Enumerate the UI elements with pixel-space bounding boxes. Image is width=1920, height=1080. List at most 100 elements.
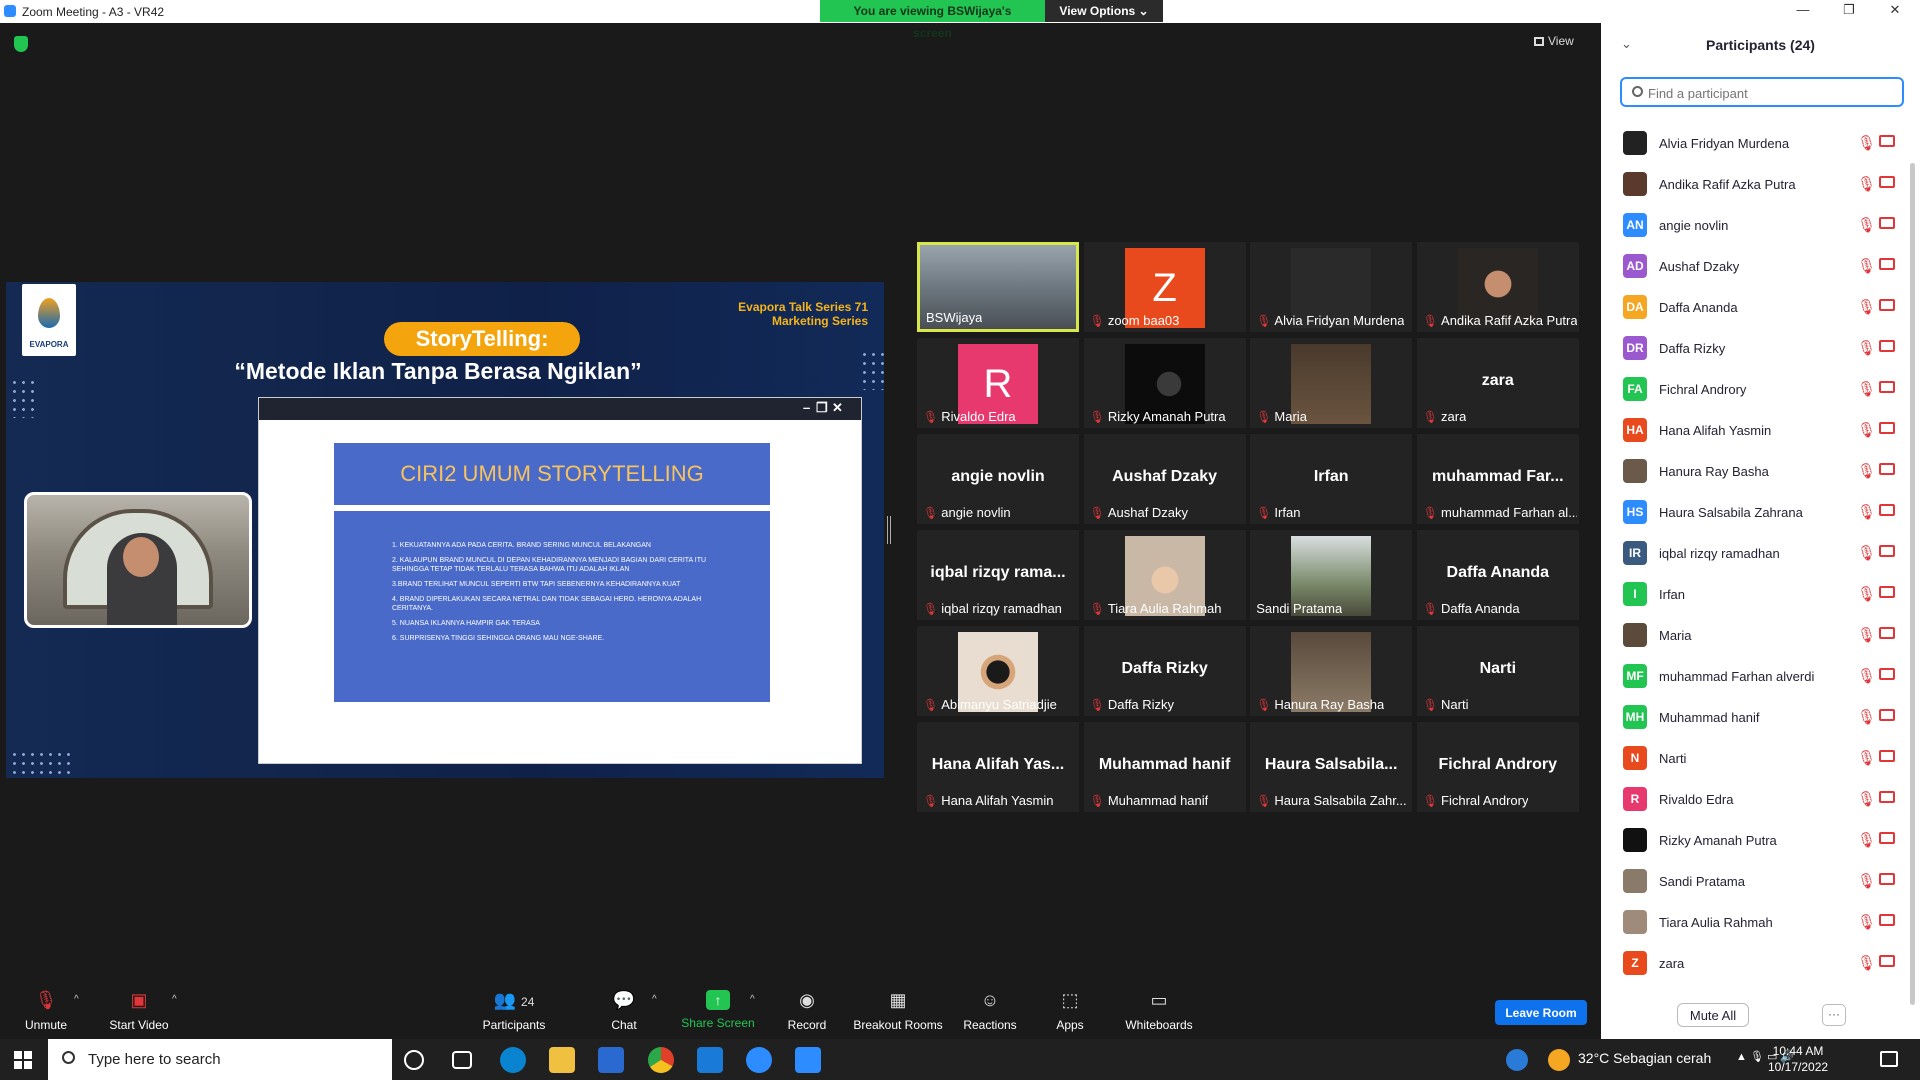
- participant-row[interactable]: Maria 🎙: [1601, 615, 1901, 656]
- video-tile[interactable]: 🎙 Abimanyu Satriadjie: [917, 626, 1079, 716]
- participant-row[interactable]: MF muhammad Farhan alverdi 🎙: [1601, 656, 1901, 697]
- participant-row[interactable]: Tiara Aulia Rahmah 🎙: [1601, 902, 1901, 943]
- participants-button[interactable]: 👥 24 Participants: [478, 990, 550, 1032]
- video-tile[interactable]: Daffa Rizky 🎙 Daffa Rizky: [1083, 626, 1246, 716]
- participant-list-scrollbar[interactable]: [1910, 163, 1915, 1005]
- video-tile[interactable]: Hana Alifah Yas... 🎙 Hana Alifah Yasmin: [917, 722, 1079, 812]
- video-tile[interactable]: Irfan 🎙 Irfan: [1250, 434, 1413, 524]
- mute-all-button[interactable]: Mute All: [1677, 1003, 1749, 1027]
- teamviewer-icon[interactable]: [746, 1047, 772, 1073]
- close-button[interactable]: ✕: [1880, 2, 1910, 20]
- tile-name-label: 🎙 zoom baa03: [1090, 313, 1180, 328]
- participant-row[interactable]: N Narti 🎙: [1601, 738, 1901, 779]
- video-off-icon: [1879, 709, 1895, 721]
- file-explorer-icon[interactable]: [549, 1047, 575, 1073]
- tile-name-text: Haura Salsabila Zahr...: [1274, 793, 1407, 808]
- taskbar-search[interactable]: Type here to search: [48, 1039, 392, 1080]
- presenter-video: [24, 492, 252, 628]
- participant-row[interactable]: Rizky Amanah Putra 🎙: [1601, 820, 1901, 861]
- participant-row[interactable]: R Rivaldo Edra 🎙: [1601, 779, 1901, 820]
- minimize-button[interactable]: —: [1788, 2, 1818, 20]
- windows-start-icon[interactable]: [14, 1051, 32, 1069]
- leave-room-button[interactable]: Leave Room: [1495, 1000, 1587, 1025]
- restore-button[interactable]: ❐: [1834, 2, 1864, 20]
- participant-search[interactable]: [1620, 77, 1904, 107]
- tile-display-name: Irfan: [1313, 468, 1349, 485]
- participant-row[interactable]: Zzara 🎙: [1601, 943, 1901, 984]
- slide-window: – ❐ ✕ CIRI2 UMUM STORYTELLING 1. KEKUATA…: [258, 397, 862, 764]
- video-tile[interactable]: R 🎙 Rivaldo Edra: [917, 338, 1079, 428]
- security-shield-icon[interactable]: [14, 36, 28, 52]
- cortana-icon[interactable]: [404, 1050, 424, 1070]
- video-off-icon: [1879, 668, 1895, 680]
- apps-button[interactable]: ⬚ Apps: [1054, 990, 1086, 1032]
- participant-row[interactable]: HS Haura Salsabila Zahrana 🎙: [1601, 492, 1901, 533]
- participant-row[interactable]: Andika Rafif Azka Putra 🎙: [1601, 164, 1901, 205]
- video-tile[interactable]: zara 🎙 zara: [1416, 338, 1579, 428]
- video-tile[interactable]: Aushaf Dzaky 🎙 Aushaf Dzaky: [1083, 434, 1246, 524]
- video-tile[interactable]: Haura Salsabila... 🎙 Haura Salsabila Zahr.…: [1250, 722, 1413, 812]
- mail-icon[interactable]: [697, 1047, 723, 1073]
- participant-row[interactable]: Sandi Pratama 🎙: [1601, 861, 1901, 902]
- video-tile[interactable]: BSWijaya: [917, 242, 1079, 332]
- task-view-icon[interactable]: [452, 1051, 472, 1069]
- video-tile[interactable]: 🎙 Hanura Ray Basha: [1250, 626, 1413, 716]
- edge-icon[interactable]: [500, 1047, 526, 1073]
- video-tile[interactable]: 🎙 Tiara Aulia Rahmah: [1083, 530, 1246, 620]
- participant-row[interactable]: MH Muhammad hanif 🎙: [1601, 697, 1901, 738]
- video-off-icon: [1879, 791, 1895, 803]
- participant-row[interactable]: Alvia Fridyan Murdena 🎙: [1601, 123, 1901, 164]
- start-video-button[interactable]: ▣ Start Video: [104, 990, 174, 1032]
- tile-name-label: 🎙 Hanura Ray Basha: [1256, 697, 1384, 712]
- video-tile[interactable]: Daffa Ananda 🎙 Daffa Ananda: [1416, 530, 1579, 620]
- participant-row[interactable]: I Irfan 🎙: [1601, 574, 1901, 615]
- unmute-button[interactable]: 🎙 Unmute: [22, 990, 70, 1032]
- zoom-taskbar-icon[interactable]: [795, 1047, 821, 1073]
- participant-row[interactable]: Hanura Ray Basha 🎙: [1601, 451, 1901, 492]
- breakout-rooms-button[interactable]: ▦ Breakout Rooms: [852, 990, 944, 1032]
- whiteboards-button[interactable]: ▭ Whiteboards: [1124, 990, 1194, 1032]
- video-tile[interactable]: Fichral Androry 🎙 Fichral Androry: [1416, 722, 1579, 812]
- video-tile[interactable]: 🎙 Andika Rafif Azka Putra: [1416, 242, 1579, 332]
- video-off-icon: [1879, 750, 1895, 762]
- video-tile[interactable]: Z 🎙 zoom baa03: [1083, 242, 1246, 332]
- split-view-divider[interactable]: [887, 516, 891, 544]
- view-options-button[interactable]: View Options ⌄: [1045, 0, 1163, 22]
- record-button[interactable]: ◉ Record: [785, 990, 829, 1032]
- video-tile[interactable]: iqbal rizqy rama... 🎙 iqbal rizqy ramadhan: [917, 530, 1079, 620]
- participant-row[interactable]: HA Hana Alifah Yasmin 🎙: [1601, 410, 1901, 451]
- reactions-button[interactable]: ☺ Reactions: [962, 990, 1018, 1032]
- video-tile[interactable]: 🎙 Alvia Fridyan Murdena: [1250, 242, 1413, 332]
- chat-button[interactable]: 💬 Chat: [606, 990, 642, 1032]
- participant-row[interactable]: IR iqbal rizqy ramadhan 🎙: [1601, 533, 1901, 574]
- participant-row[interactable]: FA Fichral Androry 🎙: [1601, 369, 1901, 410]
- muted-mic-icon: 🎙: [1256, 794, 1272, 808]
- participant-search-input[interactable]: [1648, 83, 1898, 103]
- video-tile[interactable]: Narti 🎙 Narti: [1416, 626, 1579, 716]
- share-screen-button[interactable]: ↑ Share Screen: [680, 990, 756, 1030]
- participant-row-name: Maria: [1659, 628, 1692, 643]
- video-tile[interactable]: 🎙 Rizky Amanah Putra: [1083, 338, 1246, 428]
- participant-row[interactable]: AN angie novlin 🎙: [1601, 205, 1901, 246]
- help-icon[interactable]: [1506, 1049, 1528, 1071]
- video-tile[interactable]: angie novlin 🎙 angie novlin: [917, 434, 1079, 524]
- participant-row[interactable]: DR Daffa Rizky 🎙: [1601, 328, 1901, 369]
- microsoft-store-icon[interactable]: [598, 1047, 624, 1073]
- tile-name-text: Fichral Androry: [1441, 793, 1529, 808]
- video-tile[interactable]: Muhammad hanif 🎙 Muhammad hanif: [1083, 722, 1246, 812]
- caret-up-icon: ^: [74, 994, 79, 1005]
- participants-count: 24: [521, 995, 535, 1009]
- view-button[interactable]: View: [1534, 34, 1574, 48]
- notifications-icon[interactable]: [1880, 1051, 1898, 1067]
- muted-mic-icon: 🎙: [1089, 506, 1105, 520]
- video-tile[interactable]: muhammad Far... 🎙 muhammad Farhan al...: [1416, 434, 1579, 524]
- video-off-icon: [1879, 832, 1895, 844]
- chrome-icon[interactable]: [648, 1047, 674, 1073]
- participant-row[interactable]: AD Aushaf Dzaky 🎙: [1601, 246, 1901, 287]
- video-tile[interactable]: 🎙 Maria: [1250, 338, 1413, 428]
- video-tile[interactable]: Sandi Pratama: [1250, 530, 1413, 620]
- participant-row[interactable]: DA Daffa Ananda 🎙: [1601, 287, 1901, 328]
- more-options-button[interactable]: ···: [1822, 1004, 1846, 1026]
- weather-text[interactable]: 32°C Sebagian cerah: [1578, 1050, 1711, 1066]
- system-clock[interactable]: 10:44 AM 10/17/2022: [1768, 1043, 1828, 1075]
